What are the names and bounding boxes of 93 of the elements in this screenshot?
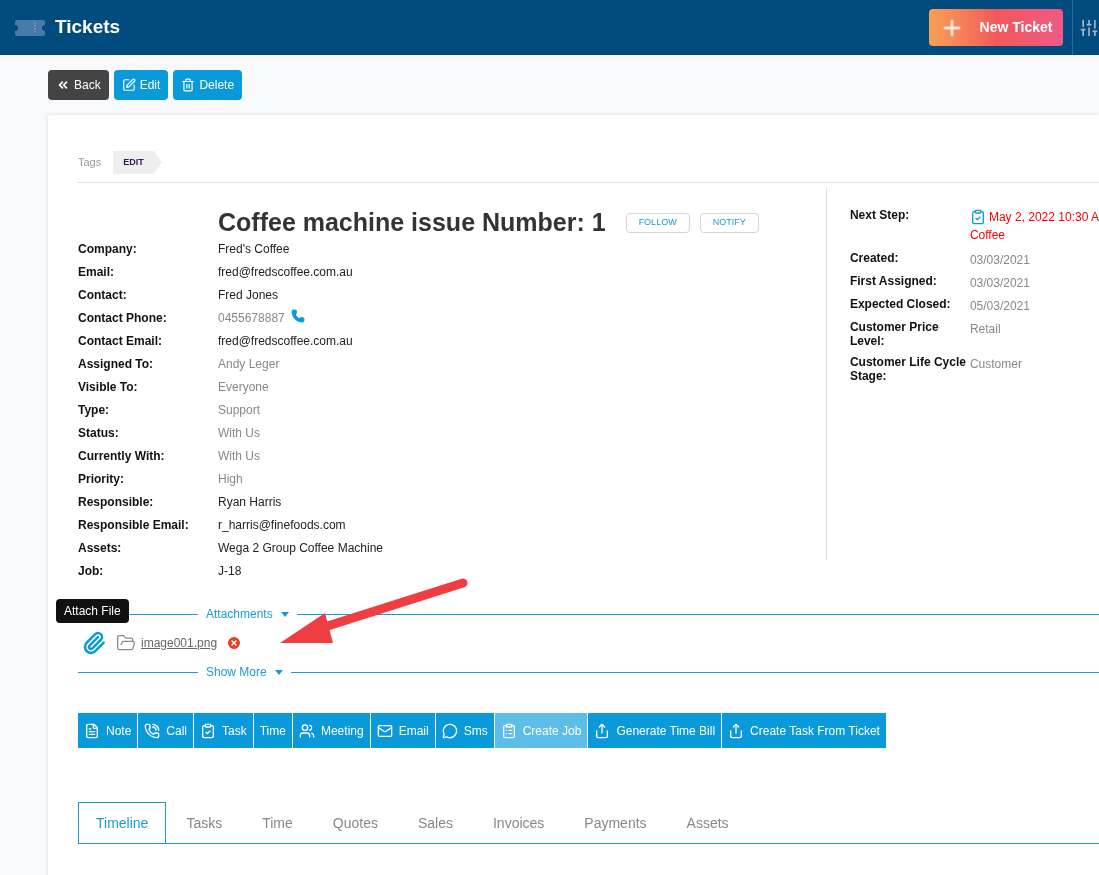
field-label: Type: [78,402,111,419]
tooltip: Attach File [56,599,129,623]
action-button[interactable]: Sms [435,713,494,748]
next-step-date[interactable]: May 2, 2022 10:30 A [988,208,1099,226]
field-label: Customer Life Cycle Stage: [849,355,967,383]
field-value: Customer [969,357,1022,373]
notify-button[interactable]: NOTIFY [699,213,759,233]
tab[interactable]: Tasks [169,802,240,844]
field-value: Retail [969,322,1001,338]
field-label: First Assigned: [849,274,938,290]
action-button[interactable]: Email [370,713,435,748]
field-label: Responsible Email: [78,517,190,534]
field-value: 05/03/2021 [969,299,1030,313]
folder-icon [116,633,136,653]
field-label: Assigned To: [78,356,155,373]
field-value: Andy Leger [218,356,280,373]
phone-icon [144,722,161,739]
clipboard-icon [200,722,217,739]
field-label: Expected Closed: [849,297,952,313]
field-label: Contact Email: [78,333,163,350]
field-label: Currently With: [78,448,166,465]
next-step-text: Coffee [969,227,1007,244]
delete-button[interactable]: Delete [173,70,243,100]
envelope-icon [376,722,393,739]
tab[interactable]: Assets [669,802,746,844]
field-label: Responsible: [78,494,155,511]
field-value[interactable]: Fred's Coffee [218,240,290,258]
paperclip-icon[interactable] [82,631,106,655]
share-icon [594,722,611,739]
rewind-icon [56,78,70,92]
back-button[interactable]: Back [48,70,109,100]
page-title: Tickets [55,15,121,40]
field-label: Contact Phone: [78,310,168,327]
tab[interactable]: Invoices [475,802,562,844]
action-button[interactable]: Create Task From Ticket [722,713,886,748]
field-label: Job: [78,563,105,580]
action-button[interactable]: Generate Time Bill [588,713,722,748]
clipboard-icon [500,722,517,739]
field-value[interactable]: fred@fredscoffee.com.au [218,263,353,281]
tag-chip[interactable]: EDIT [113,151,162,174]
tab[interactable]: Quotes [315,802,395,844]
action-button[interactable]: Call [138,713,194,748]
field-label: Contact: [78,287,128,304]
field-value: 03/03/2021 [969,253,1030,267]
follow-button[interactable]: FOLLOW [625,213,690,233]
action-button[interactable]: Note [78,713,138,748]
section-toggle[interactable]: Attachments [198,605,297,623]
field-value: Everyone [218,379,269,396]
tab[interactable]: Time [245,802,310,844]
field-value: 0455678887 [218,310,285,327]
file-link[interactable]: image001.png [141,634,218,652]
field-label: Created: [849,251,900,267]
field-value: High [218,471,243,488]
tags-label: Tags [78,155,102,171]
clipboard-icon [969,209,986,225]
section-toggle[interactable]: Show More [198,663,291,681]
field-label: Priority: [78,471,125,488]
edit-icon [121,78,136,92]
field-value: Support [218,402,261,419]
edit-button[interactable]: Edit [113,70,169,100]
share-icon [728,722,745,739]
tab[interactable]: Payments [567,802,664,844]
field-value[interactable]: fred@fredscoffee.com.au [218,332,353,350]
ticket-title: Coffee machine issue Number: 1 [218,207,606,239]
field-label: Visible To: [78,379,139,396]
field-value[interactable]: J-18 [218,562,242,580]
settings-icon[interactable] [1079,17,1099,38]
action-button[interactable]: Task [194,713,253,748]
phone-icon[interactable] [290,309,305,323]
field-value: With Us [218,425,260,442]
field-label: Customer Price Level: [849,320,940,348]
field-value[interactable]: Wega 2 Group Coffee Machine [218,539,383,557]
action-button[interactable]: Time [253,713,292,748]
field-value: With Us [218,448,260,465]
tab[interactable]: Timeline [78,802,167,844]
field-label: Email: [78,264,115,281]
field-value[interactable]: Ryan Harris [218,493,282,511]
new-ticket-button[interactable]: New Ticket [929,9,1063,46]
remove-icon[interactable] [226,635,243,651]
note-icon [84,722,100,739]
trash-icon [181,78,196,92]
people-icon [298,722,315,739]
field-label: Status: [78,425,120,442]
field-label: Next Step: [849,208,911,224]
field-value[interactable]: r_harris@finefoods.com [218,516,346,534]
chat-bubble-icon [441,722,458,739]
field-label: Assets: [78,540,123,557]
field-value: 03/03/2021 [969,276,1030,290]
ticket-icon [15,19,45,36]
field-label: Company: [78,241,138,258]
action-button[interactable]: Meeting [292,713,370,748]
field-value[interactable]: Fred Jones [218,286,279,304]
tab[interactable]: Sales [400,802,470,844]
